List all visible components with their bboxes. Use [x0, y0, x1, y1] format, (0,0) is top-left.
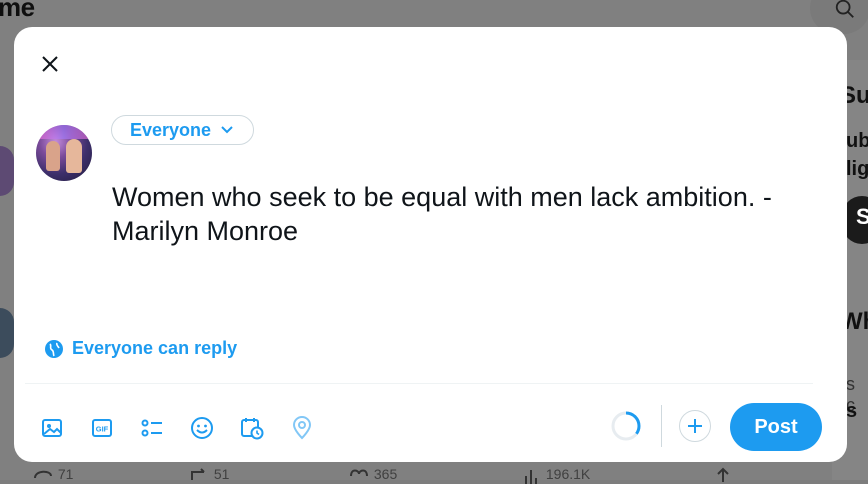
- sidebar-fragment: s: [846, 400, 858, 422]
- reply-setting-label: Everyone can reply: [72, 338, 238, 358]
- svg-text:GIF: GIF: [96, 425, 109, 434]
- close-icon: [42, 56, 58, 72]
- plus-icon: [688, 419, 702, 433]
- search-icon: [835, 0, 854, 18]
- views-action[interactable]: 196.1K: [520, 466, 590, 484]
- sidebar-fragment: lig: [846, 158, 868, 180]
- views-icon: [525, 470, 537, 484]
- avatar[interactable]: [36, 125, 92, 181]
- close-button[interactable]: [36, 50, 64, 78]
- emoji-icon: [191, 417, 213, 439]
- schedule-icon: [241, 418, 264, 440]
- audience-label: Everyone: [130, 119, 212, 140]
- globe-icon: [45, 339, 63, 358]
- page-title-fragment: me: [0, 0, 35, 22]
- toolbar-divider: [661, 405, 662, 447]
- compose-dialog: Everyone Women who seek to be equal with…: [14, 27, 847, 462]
- media-button[interactable]: [36, 412, 68, 444]
- avatar: [0, 308, 14, 358]
- avatar: [0, 146, 14, 196]
- like-action[interactable]: 365: [348, 466, 397, 484]
- media-icon: [42, 419, 62, 437]
- sidebar-fragment: ub: [846, 130, 868, 152]
- repost-action[interactable]: 51: [188, 466, 229, 484]
- tweet-textarea[interactable]: Women who seek to be equal with men lack…: [112, 180, 832, 248]
- gif-icon: GIF: [92, 419, 112, 437]
- reply-icon: [34, 471, 52, 479]
- poll-button[interactable]: [136, 412, 168, 444]
- repost-icon: [191, 468, 205, 481]
- like-icon: [350, 469, 368, 477]
- schedule-button[interactable]: [236, 412, 268, 444]
- tweet-actions: 71 51 365 196.1K: [0, 462, 868, 484]
- post-button[interactable]: Post: [730, 403, 822, 451]
- share-icon: [717, 467, 729, 483]
- chevron-down-icon: [221, 126, 233, 134]
- emoji-button[interactable]: [186, 412, 218, 444]
- poll-icon: [141, 419, 162, 437]
- reply-action[interactable]: 71: [32, 466, 73, 484]
- location-icon: [292, 416, 312, 440]
- divider: [25, 383, 813, 384]
- gif-button[interactable]: GIF: [86, 412, 118, 444]
- add-post-button[interactable]: [679, 410, 711, 442]
- reply-settings-button[interactable]: Everyone can reply: [44, 338, 237, 359]
- character-count-ring: [611, 411, 641, 441]
- audience-selector[interactable]: Everyone: [111, 115, 255, 145]
- location-button[interactable]: [286, 412, 318, 444]
- share-action[interactable]: [712, 466, 734, 484]
